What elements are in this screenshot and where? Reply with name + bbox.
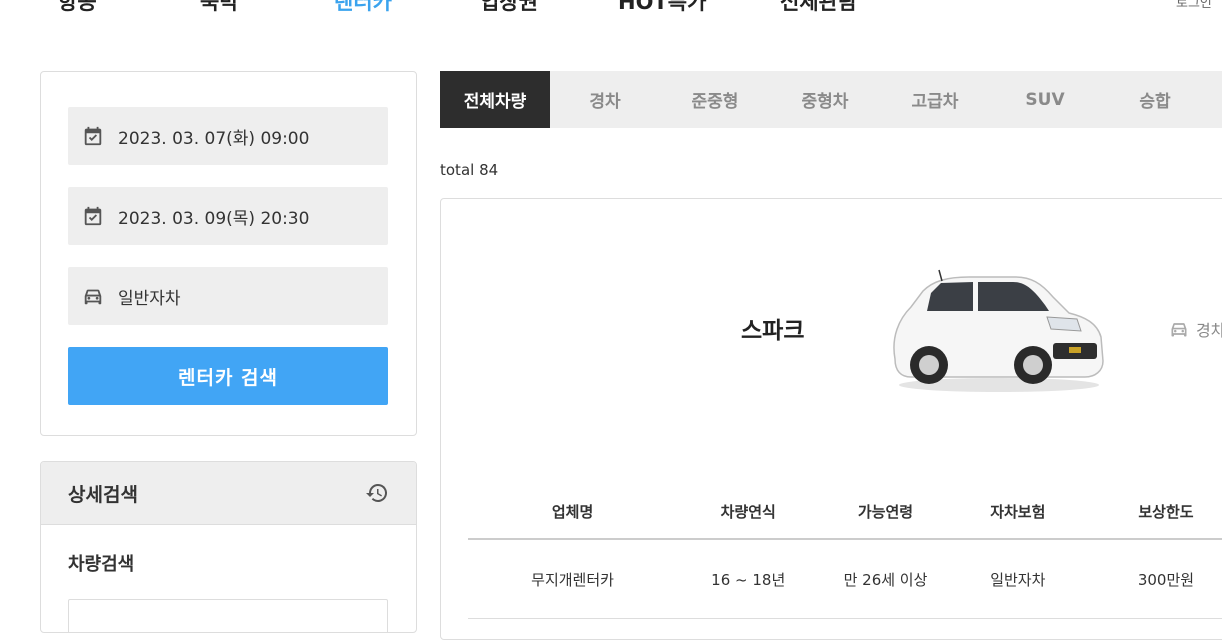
nav-item-all[interactable]: 전체관람 [780,0,857,16]
top-navigation: 항공 숙박 렌터카 입장권 HOT특가 전체관람 로그인 [0,0,1222,16]
rental-info-table: 업체명 차량연식 가능연령 자차보험 보상한도 무지개렌터카 16 ~ 18년 … [468,484,1222,619]
car-category-value: 일반자차 [118,288,181,309]
table-header: 차량연식 [677,484,820,540]
car-type-tabs: 전체차량 경차 준중형 중형차 고급차 SUV 승합 [440,71,1222,128]
rentcar-search-button[interactable]: 렌터카 검색 [68,347,388,405]
total-count: total 84 [440,161,499,179]
pickup-date-value: 2023. 03. 07(화) 09:00 [118,128,310,149]
car-search-title: 차량검색 [68,554,135,575]
car-icon [1168,319,1196,339]
pickup-date-field[interactable]: 2023. 03. 07(화) 09:00 [68,107,388,165]
table-row[interactable]: 무지개렌터카 16 ~ 18년 만 26세 이상 일반자차 300만원 [468,539,1222,619]
detail-search-header: 상세검색 [41,462,416,525]
detail-search-title: 상세검색 [68,483,138,506]
table-header: 자차보험 [951,484,1084,540]
table-cell: 16 ~ 18년 [677,539,820,619]
table-cell: 일반자차 [951,539,1084,619]
nav-item-tickets[interactable]: 입장권 [480,0,538,16]
nav-item-stay[interactable]: 숙박 [200,0,239,16]
car-category-field[interactable]: 일반자차 [68,267,388,325]
nav-item-rentcar[interactable]: 렌터카 [334,0,392,16]
car-name: 스파크 [741,318,805,344]
car-image [881,267,1111,397]
nav-item-flights[interactable]: 항공 [58,0,97,16]
table-cell: 만 26세 이상 [819,539,952,619]
tab-van[interactable]: 승합 [1100,71,1210,128]
table-header: 업체명 [468,484,678,540]
car-search-input[interactable] [68,599,388,632]
login-link[interactable]: 로그인 [1176,0,1212,11]
car-type-text: 경차 [1196,321,1222,340]
calendar-icon [81,124,105,148]
table-cell: 300만원 [1083,539,1222,619]
calendar-icon [81,204,105,228]
tab-midsize[interactable]: 중형차 [770,71,880,128]
detail-search-panel: 상세검색 차량검색 [40,461,417,633]
table-cell: 무지개렌터카 [468,539,678,619]
tab-all[interactable]: 전체차량 [440,71,550,128]
return-date-field[interactable]: 2023. 03. 09(목) 20:30 [68,187,388,245]
tab-compact[interactable]: 경차 [550,71,660,128]
nav-item-hot-deals[interactable]: HOT특가 [618,0,706,16]
table-header: 보상한도 [1083,484,1222,540]
car-type-label: 경차 [1168,317,1222,341]
tab-suv[interactable]: SUV [990,71,1100,128]
table-header: 가능연령 [819,484,952,540]
tab-semi-midsize[interactable]: 준중형 [660,71,770,128]
car-result-card[interactable]: 스파크 경차 업체명 차량연식 가능연령 자차보험 보상한도 무지개렌터카 16… [440,198,1222,640]
return-date-value: 2023. 03. 09(목) 20:30 [118,208,310,229]
table-header-row: 업체명 차량연식 가능연령 자차보험 보상한도 [468,484,1222,540]
car-icon [81,284,105,308]
rentcar-search-box: 2023. 03. 07(화) 09:00 2023. 03. 09(목) 20… [40,71,417,436]
reset-icon[interactable] [365,481,389,505]
tab-luxury[interactable]: 고급차 [880,71,990,128]
